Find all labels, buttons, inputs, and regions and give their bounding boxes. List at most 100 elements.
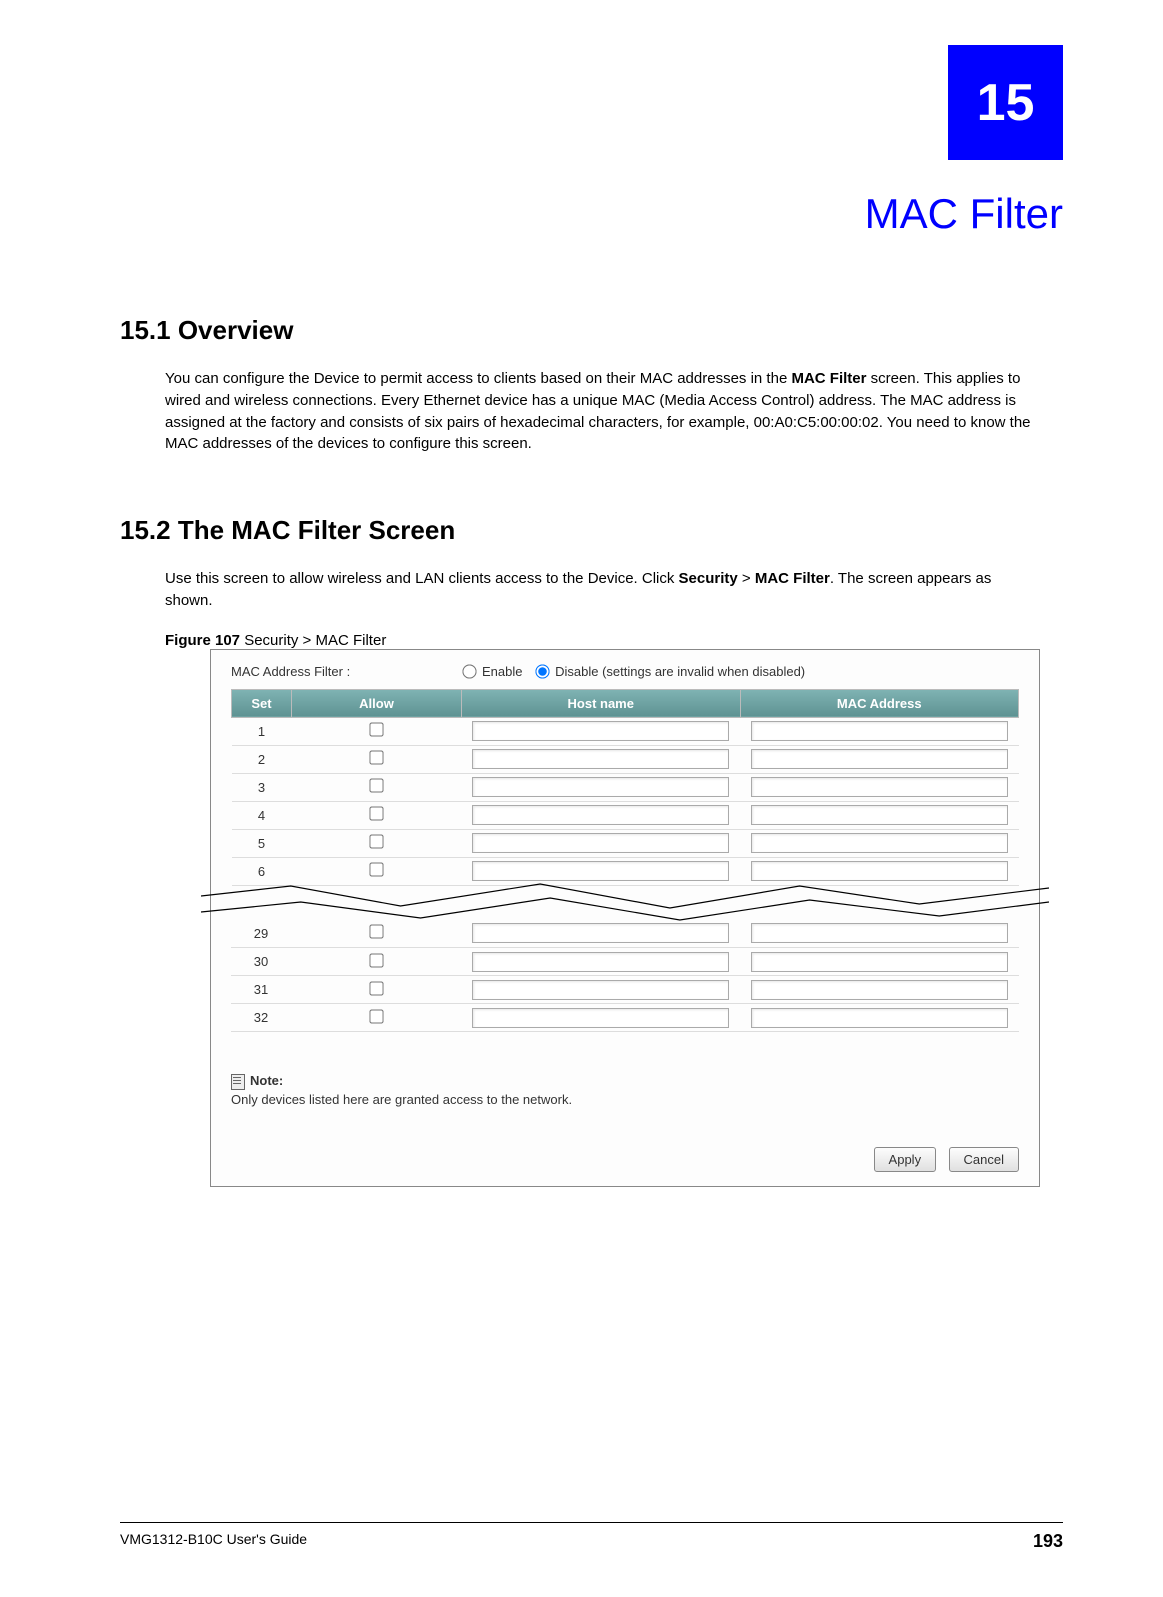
text: Use this screen to allow wireless and LA… — [165, 570, 679, 587]
bold-security: Security — [679, 570, 738, 587]
allow-cell — [292, 717, 462, 745]
mac-input[interactable] — [751, 777, 1008, 797]
chapter-number-box: 15 — [948, 45, 1063, 160]
table-row: 31 — [231, 976, 1019, 1004]
figure-caption: Figure 107 Security > MAC Filter — [165, 632, 1043, 649]
allow-checkbox[interactable] — [369, 953, 383, 967]
allow-checkbox[interactable] — [369, 925, 383, 939]
col-mac: MAC Address — [740, 689, 1019, 717]
set-cell: 2 — [232, 745, 292, 773]
hostname-cell — [462, 829, 741, 857]
mac-cell — [740, 773, 1019, 801]
table-row: 4 — [232, 801, 1019, 829]
figure-title: Security > MAC Filter — [240, 632, 386, 649]
table-row: 5 — [232, 829, 1019, 857]
enable-label: Enable — [482, 664, 522, 679]
set-cell: 31 — [231, 976, 291, 1004]
mac-input[interactable] — [751, 833, 1008, 853]
hostname-input[interactable] — [472, 980, 729, 1000]
mac-input[interactable] — [751, 952, 1008, 972]
allow-checkbox[interactable] — [369, 750, 383, 764]
allow-checkbox[interactable] — [369, 722, 383, 736]
disable-label: Disable (settings are invalid when disab… — [555, 664, 805, 679]
mac-cell — [740, 976, 1019, 1004]
table-row: 32 — [231, 1004, 1019, 1032]
hostname-input[interactable] — [472, 833, 729, 853]
mac-input[interactable] — [751, 805, 1008, 825]
allow-checkbox[interactable] — [369, 862, 383, 876]
mac-cell — [740, 717, 1019, 745]
allow-checkbox[interactable] — [369, 981, 383, 995]
hostname-cell — [462, 745, 741, 773]
page-footer: VMG1312-B10C User's Guide 193 — [120, 1522, 1063, 1552]
set-cell: 32 — [231, 1004, 291, 1032]
chapter-title: MAC Filter — [865, 190, 1063, 238]
filter-label: MAC Address Filter : — [231, 664, 461, 679]
bold-mac-filter: MAC Filter — [791, 370, 866, 387]
text: You can configure the Device to permit a… — [165, 370, 791, 387]
mac-cell — [740, 745, 1019, 773]
apply-button[interactable]: Apply — [874, 1147, 937, 1172]
allow-cell — [292, 773, 462, 801]
allow-cell — [292, 801, 462, 829]
mac-cell — [740, 829, 1019, 857]
mac-cell — [740, 801, 1019, 829]
section-heading-overview: 15.1 Overview — [120, 315, 1043, 346]
hostname-input[interactable] — [472, 721, 729, 741]
mac-filter-paragraph: Use this screen to allow wireless and LA… — [165, 568, 1043, 612]
mac-cell — [740, 948, 1019, 976]
hostname-cell — [462, 717, 741, 745]
hostname-input[interactable] — [472, 952, 729, 972]
hostname-cell — [461, 948, 740, 976]
disable-radio[interactable] — [535, 664, 549, 678]
hostname-cell — [462, 801, 741, 829]
allow-cell — [291, 948, 461, 976]
hostname-input[interactable] — [472, 777, 729, 797]
allow-cell — [291, 1004, 461, 1032]
note-block: Note: Only devices listed here are grant… — [231, 1072, 1019, 1107]
bold-mac-filter-nav: MAC Filter — [755, 570, 830, 587]
text: > — [738, 570, 755, 587]
set-cell: 30 — [231, 948, 291, 976]
hostname-cell — [462, 773, 741, 801]
set-cell: 4 — [232, 801, 292, 829]
table-row: 3 — [232, 773, 1019, 801]
allow-cell — [292, 745, 462, 773]
chapter-number: 15 — [977, 73, 1035, 133]
mac-cell — [740, 1004, 1019, 1032]
footer-page-number: 193 — [1033, 1531, 1063, 1552]
col-hostname: Host name — [462, 689, 741, 717]
allow-checkbox[interactable] — [369, 778, 383, 792]
col-set: Set — [232, 689, 292, 717]
overview-paragraph: You can configure the Device to permit a… — [165, 368, 1043, 455]
allow-checkbox[interactable] — [369, 806, 383, 820]
hostname-input[interactable] — [472, 805, 729, 825]
allow-cell — [291, 976, 461, 1004]
mac-input[interactable] — [751, 721, 1008, 741]
page-tear-graphic — [211, 878, 1039, 928]
screenshot-mac-filter: MAC Address Filter : Enable Disable (set… — [210, 649, 1040, 1188]
set-cell: 1 — [232, 717, 292, 745]
filter-toggle-row: MAC Address Filter : Enable Disable (set… — [231, 664, 1019, 679]
table-row: 1 — [232, 717, 1019, 745]
table-row: 30 — [231, 948, 1019, 976]
mac-filter-table-lower: 29303132 — [231, 920, 1019, 1033]
mac-input[interactable] — [751, 749, 1008, 769]
mac-input[interactable] — [751, 980, 1008, 1000]
note-icon — [231, 1072, 245, 1088]
mac-filter-table: Set Allow Host name MAC Address 123456 — [231, 689, 1019, 886]
enable-radio[interactable] — [462, 664, 476, 678]
footer-guide: VMG1312-B10C User's Guide — [120, 1531, 307, 1552]
cancel-button[interactable]: Cancel — [949, 1147, 1019, 1172]
mac-input[interactable] — [751, 1008, 1008, 1028]
hostname-input[interactable] — [472, 1008, 729, 1028]
set-cell: 3 — [232, 773, 292, 801]
hostname-input[interactable] — [472, 749, 729, 769]
hostname-cell — [461, 1004, 740, 1032]
note-label: Note: — [250, 1073, 283, 1088]
figure-label: Figure 107 — [165, 632, 240, 649]
section-heading-mac-filter-screen: 15.2 The MAC Filter Screen — [120, 515, 1043, 546]
allow-checkbox[interactable] — [369, 834, 383, 848]
allow-checkbox[interactable] — [369, 1009, 383, 1023]
note-text: Only devices listed here are granted acc… — [231, 1092, 1019, 1107]
